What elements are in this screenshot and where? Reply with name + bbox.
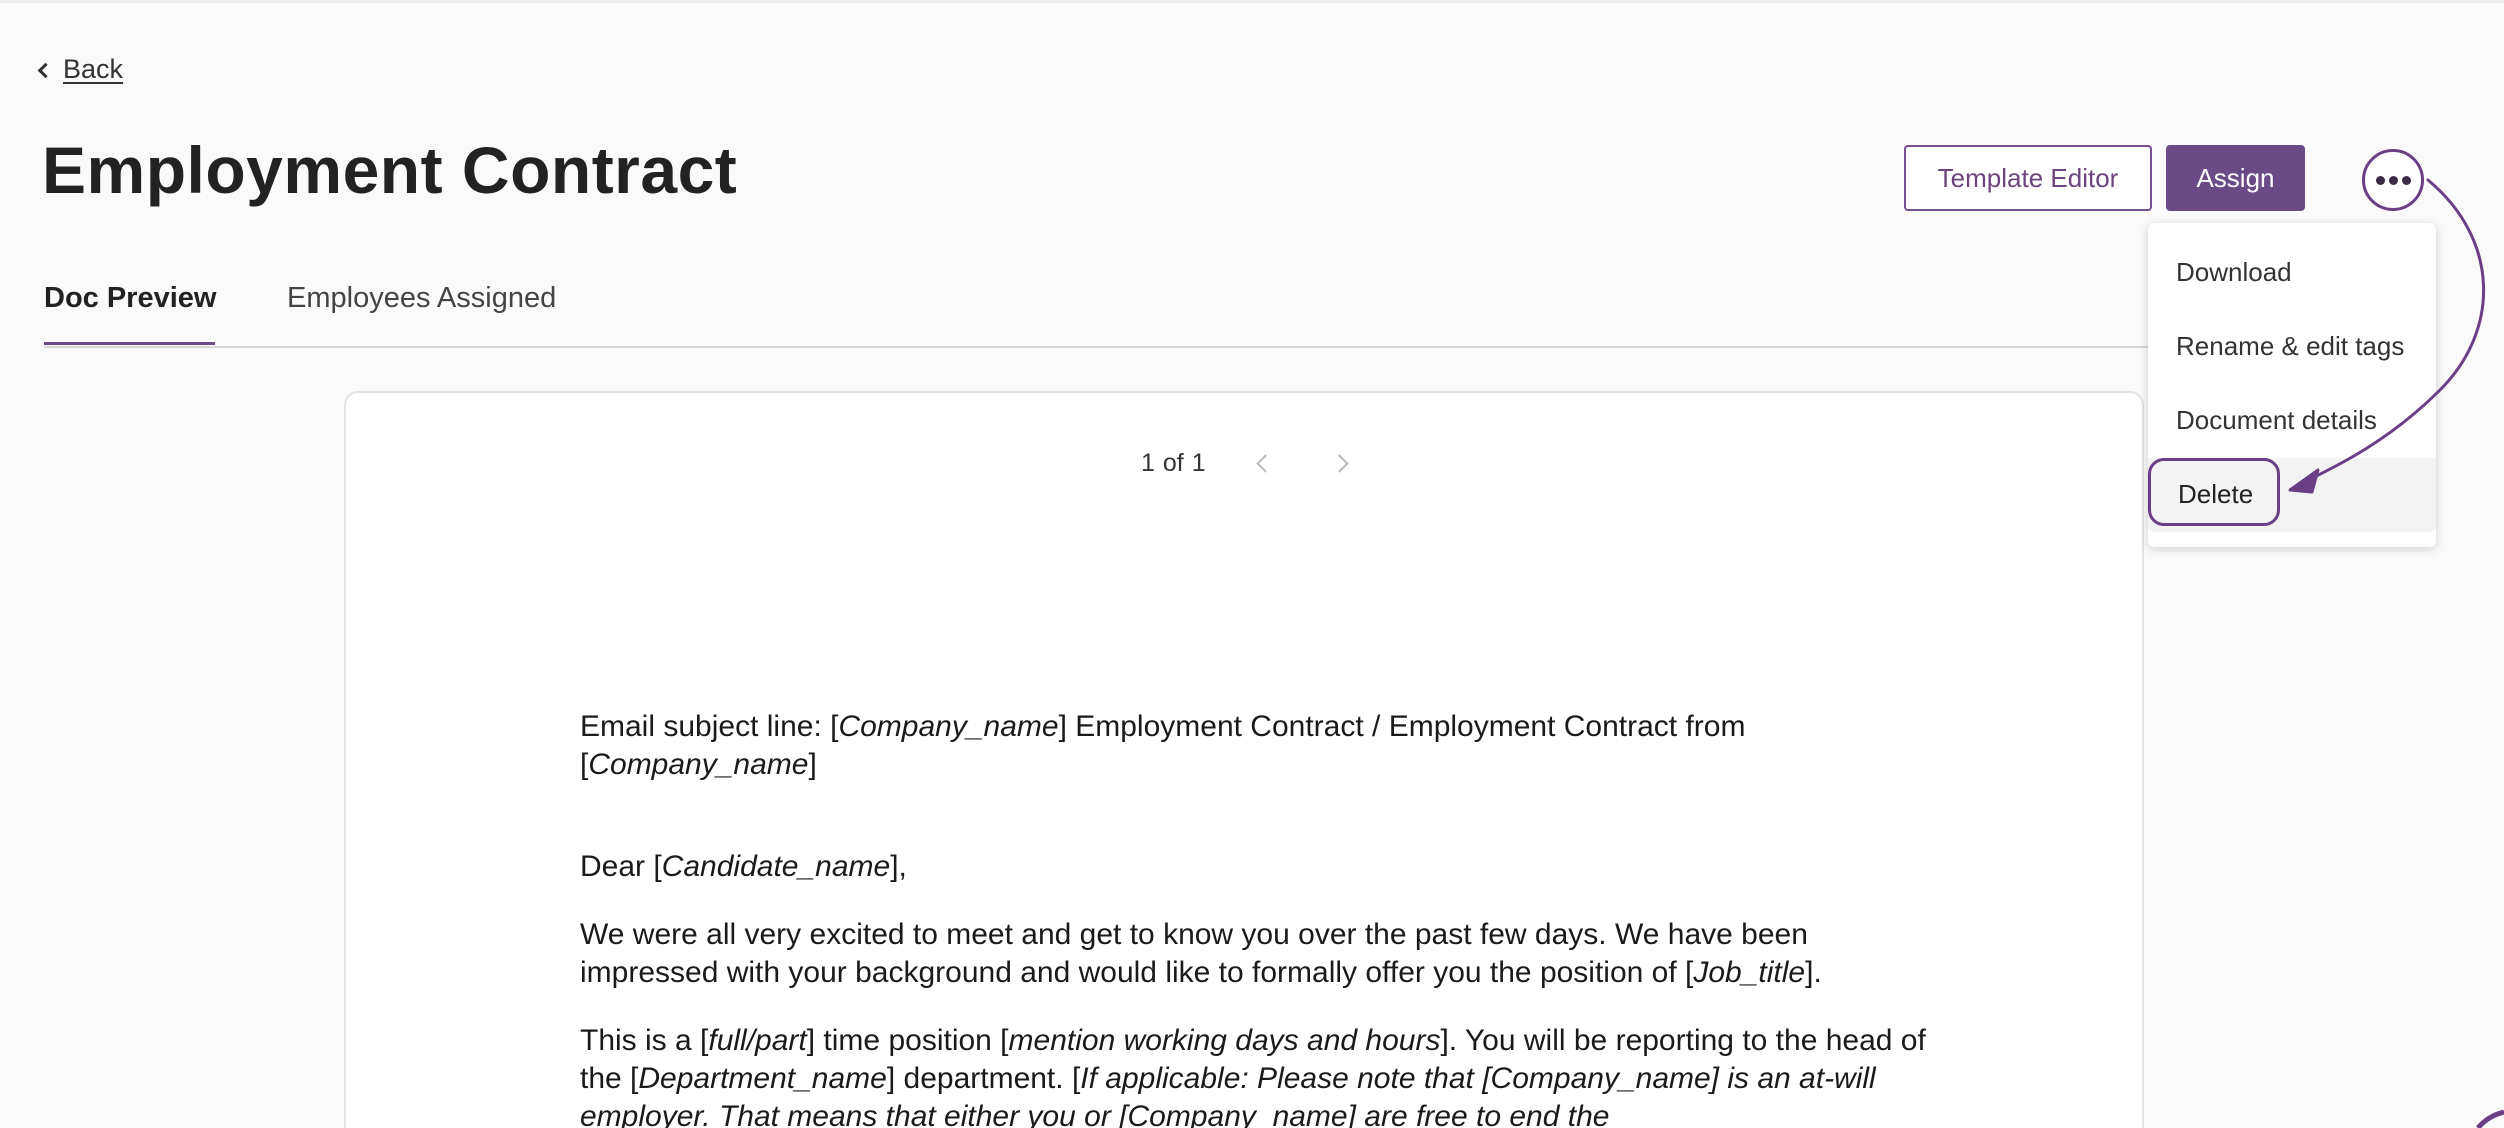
doc-paragraph-subject: Email subject line: [Company_name] Emplo… (580, 710, 1746, 781)
more-dot (2388, 175, 2398, 185)
page-of: of (1162, 449, 1184, 477)
more-dot (2401, 175, 2411, 185)
doc-paragraph-offer: We were all very excited to meet and get… (580, 918, 1822, 989)
doc-paragraph-greeting: Dear [Candidate_name], (580, 850, 907, 883)
page-pager: 1 of 1 (1141, 449, 1349, 478)
more-horizontal-icon (2375, 175, 2385, 185)
menu-item-download[interactable]: Download (2176, 257, 2292, 288)
active-tab-indicator (44, 342, 215, 345)
template-editor-button[interactable]: Template Editor (1904, 145, 2152, 211)
document-body: Email subject line: [Company_name] Emplo… (580, 708, 1940, 1128)
current-page: 1 (1141, 449, 1155, 477)
menu-item-document-details[interactable]: Document details (2176, 405, 2377, 436)
more-options-button[interactable] (2362, 149, 2424, 211)
page-title: Employment Contract (42, 133, 738, 207)
doc-paragraph-position: This is a [full/part] time position [men… (580, 1024, 1926, 1128)
top-border (0, 0, 2504, 3)
tab-bar: Doc Preview Employees Assigned (0, 270, 2504, 348)
total-pages: 1 (1191, 449, 1206, 477)
page-count: 1 of 1 (1141, 449, 1206, 478)
assign-button[interactable]: Assign (2166, 145, 2305, 211)
tab-doc-preview[interactable]: Doc Preview (44, 282, 216, 315)
menu-item-delete[interactable]: Delete (2178, 479, 2253, 510)
tabs-divider (44, 346, 2436, 348)
chevron-left-icon (37, 62, 54, 79)
menu-item-rename-edit-tags[interactable]: Rename & edit tags (2176, 331, 2404, 362)
back-label: Back (63, 54, 124, 84)
back-link[interactable]: Back (37, 54, 124, 85)
tab-employees-assigned[interactable]: Employees Assigned (287, 282, 556, 315)
